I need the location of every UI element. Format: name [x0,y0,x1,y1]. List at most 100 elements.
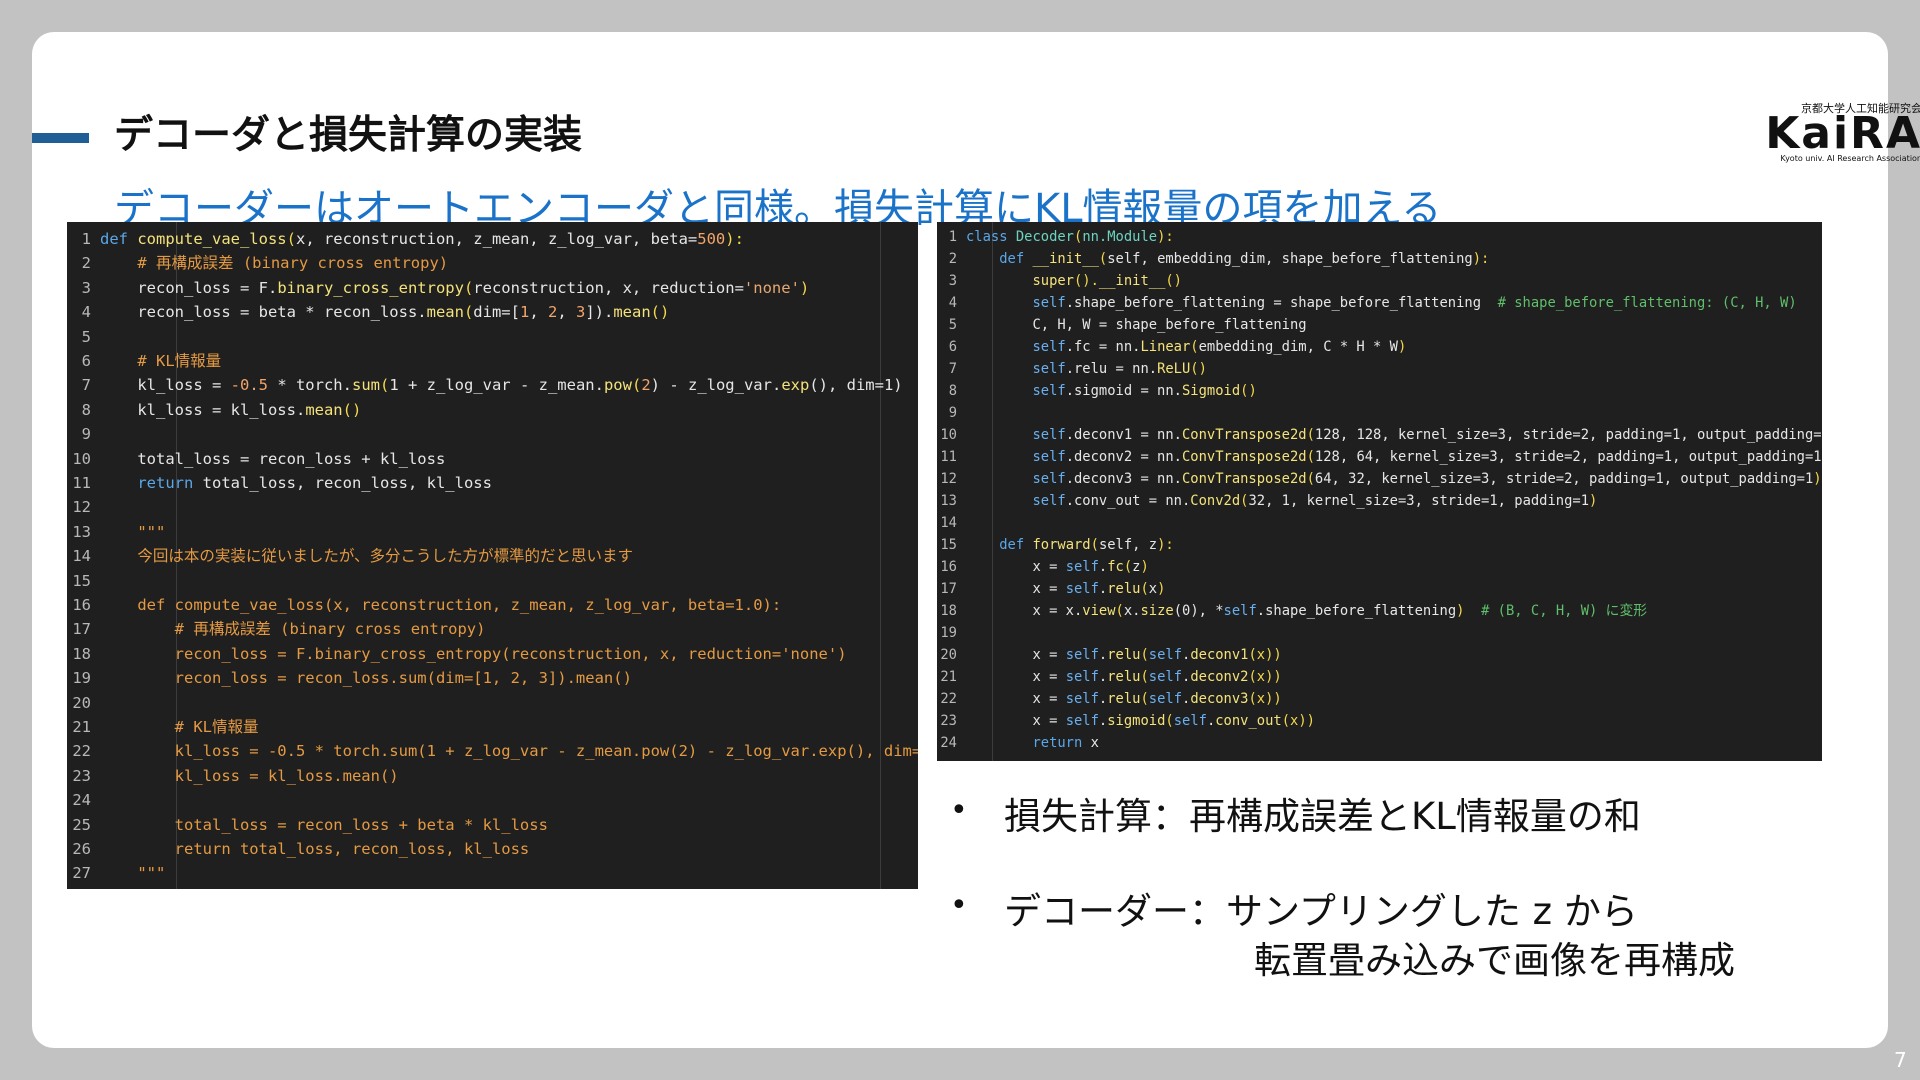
code-line: 9 [67,422,100,446]
code-token: kl_loss = -0.5 * torch.sum(1 + z_log_var… [100,742,918,761]
code-token: ) [1140,559,1149,575]
code-token: kl_loss = kl_loss.mean() [100,766,399,785]
code-line: 24 [67,788,100,812]
code-token: .fc = nn. [1065,339,1141,355]
code-line: 14 今回は本の実装に従いましたが、多分こうした方が標準的だと思います [67,544,633,568]
ruler-line [880,222,881,889]
line-number: 25 [72,815,91,834]
line-number: 13 [940,493,957,509]
code-token: ( [1123,559,1133,575]
code-token: self [1065,559,1099,575]
code-line: 18 x = x.view(x.size(0), *self.shape_bef… [937,600,1647,622]
code-line: 10 total_loss = recon_loss + kl_loss [67,447,445,471]
line-number: 6 [81,352,91,370]
code-token: 1 + z_log_var - z_mean. [389,376,604,395]
code-token: ) [1157,581,1166,597]
code-line: 13 """ [67,520,165,544]
line-number: 16 [72,596,91,614]
code-token: 2 [547,303,558,322]
code-token: forward [1032,537,1091,553]
code-token: ( [1098,251,1108,267]
code-token: -0.5 [230,376,268,395]
code-token: .deconv1 = nn. [1065,427,1182,443]
line-number: 5 [81,327,91,346]
code-token: sigmoid [1107,713,1166,729]
code-token: , [529,303,548,322]
code-token: total_loss = recon_loss + beta * kl_loss [100,815,548,834]
line-number: 4 [948,295,957,311]
code-token: .shape_before_flattening [1256,603,1457,619]
code-token: . [1098,669,1108,685]
code-token: x = [966,713,1066,729]
code-token: size [1140,603,1174,619]
code-token: return [137,474,194,492]
code-token: self [1065,647,1099,663]
code-token: pow [603,376,632,395]
code-line: 21 x = self.relu(self.deconv2(x)) [937,666,1281,688]
code-token: ]). [585,303,614,322]
code-line: 14 [937,512,966,534]
code-token: Decoder [1015,229,1074,245]
line-number: 14 [940,515,957,531]
code-token: ( [1165,713,1174,729]
line-number: 10 [940,427,957,443]
code-token: self, z [1098,537,1158,553]
line-number: 6 [948,339,957,355]
code-line: 13 self.conv_out = nn.Conv2d(32, 1, kern… [937,490,1597,512]
code-token: ): [1157,537,1174,553]
code-token: deconv1 [1190,647,1249,663]
code-line: 1 def compute_vae_loss(x, reconstruction,… [67,227,744,251]
code-token: kl_loss = [100,376,231,395]
code-line: 22 x = self.relu(self.deconv3(x)) [937,688,1281,710]
code-line: 7 kl_loss = -0.5 * torch.sum(1 + z_log_v… [67,373,903,397]
code-token: self [1223,603,1257,619]
bullet-marker: • [950,793,968,828]
line-number: 16 [940,559,957,575]
code-line: 2 def __init__(self, embedding_dim, shap… [937,248,1490,270]
line-number: 26 [72,840,91,858]
code-token: exp [781,376,810,395]
code-token: self [1032,493,1066,509]
code-token: x [1148,581,1158,597]
line-number: 17 [72,620,91,639]
line-number: 11 [72,474,91,492]
code-token: .deconv2 = nn. [1065,449,1182,465]
code-token: self [1065,669,1099,685]
code-token: 今回は本の実装に従いましたが、多分こうした方が標準的だと思います [100,547,634,566]
code-token: embedding_dim, C * H * W [1198,339,1398,355]
code-token: ( [1140,691,1149,707]
code-line: 24 return x [937,732,1099,754]
code-token: def [100,230,138,248]
page-number: 7 [1894,1048,1907,1072]
line-number: 15 [72,571,91,590]
code-token: () [342,400,362,419]
code-token: . [1206,713,1216,729]
code-token: self [1148,647,1183,663]
code-line: 21 # KL情報量 [67,715,258,739]
code-token: total_loss = recon_loss + kl_loss [100,449,446,468]
code-token: def [999,251,1033,267]
code-token: self [1032,427,1066,443]
code-token: recon_loss = F.binary_cross_entropy(reco… [100,644,847,663]
code-token: x. [1123,603,1141,619]
code-line: 8 kl_loss = kl_loss.mean() [67,398,362,422]
line-number: 7 [948,361,957,377]
code-token: 2 [641,376,651,395]
bullet-decoder-cont: 転置畳み込みで画像を再構成 [1254,939,1735,982]
line-number: 18 [72,644,91,663]
code-line: 17 # 再構成誤差 (binary cross entropy) [67,617,485,641]
code-token: recon_loss = F. [100,278,278,297]
code-token: . [1098,559,1108,575]
code-token: ( [463,278,474,297]
code-token: compute_vae_loss [137,230,287,248]
code-token: ReLU [1157,361,1191,377]
line-number: 18 [940,603,957,619]
code-token: # shape_before_flattening: (C, H, W) [1497,295,1797,311]
code-token: self [1065,581,1099,597]
code-token: self [1065,691,1099,707]
code-line: 7 self.relu = nn.ReLU() [937,358,1207,380]
